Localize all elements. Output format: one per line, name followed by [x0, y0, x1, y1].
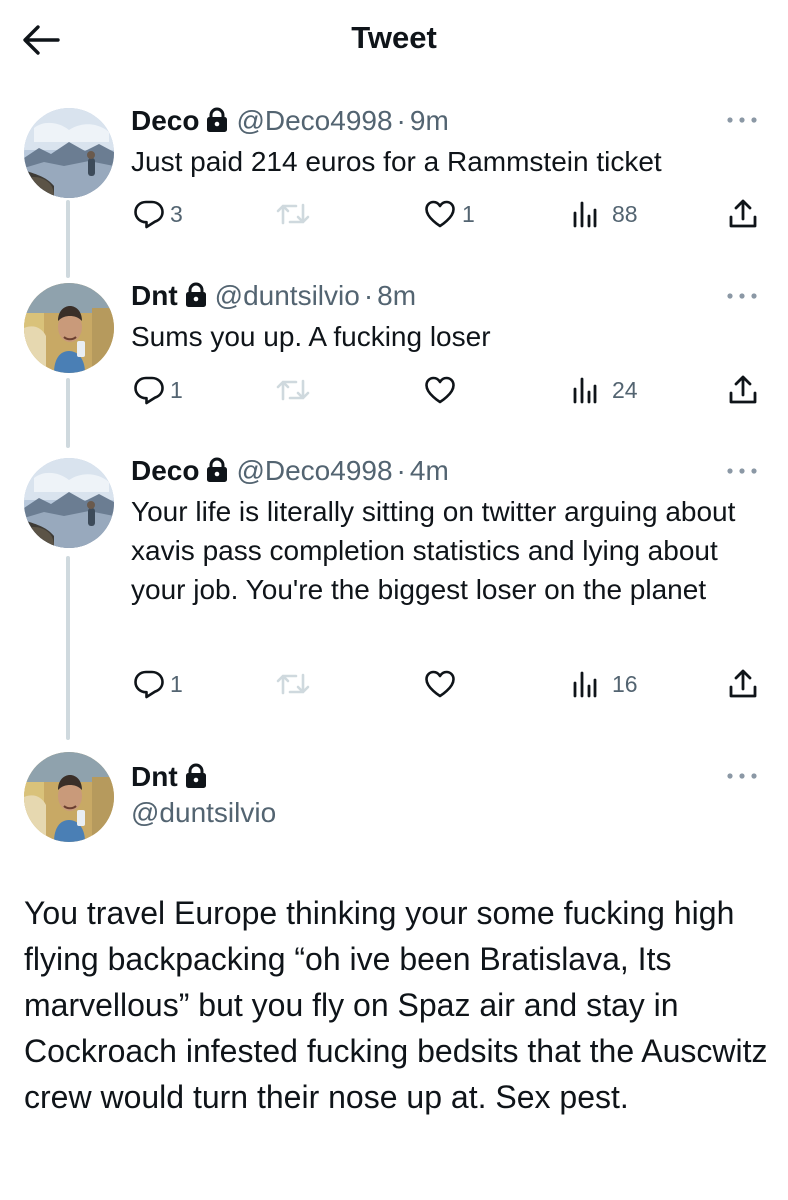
retweet-icon	[276, 199, 310, 229]
tweet-actions: 1 16	[0, 664, 788, 704]
views-button[interactable]: 24	[572, 370, 638, 410]
reply-button[interactable]: 1	[134, 664, 183, 704]
tweet-text: Sums you up. A fucking loser	[131, 321, 491, 352]
reply-icon	[134, 375, 164, 405]
tweet-header: Deco @Deco4998 · 9m	[131, 104, 449, 138]
reply-button[interactable]: 1	[134, 370, 183, 410]
retweet-button[interactable]	[276, 664, 310, 704]
avatar[interactable]	[24, 108, 114, 198]
reply-count: 3	[170, 200, 183, 227]
separator: ·	[363, 280, 374, 311]
more-options-icon[interactable]	[722, 461, 762, 481]
retweet-button[interactable]	[276, 370, 310, 410]
views-count: 16	[612, 670, 638, 697]
tweet-header: Dnt @duntsilvio · 8m	[131, 279, 416, 313]
retweet-button[interactable]	[276, 194, 310, 234]
tweet-header: Deco @Deco4998 · 4m	[131, 454, 449, 488]
like-button[interactable]	[424, 664, 456, 704]
lock-icon	[185, 763, 207, 789]
views-icon	[572, 199, 598, 229]
tweet-actions: 3 1 88	[0, 194, 788, 234]
more-options-icon[interactable]	[722, 766, 762, 786]
lock-icon	[206, 107, 228, 133]
like-count: 1	[462, 200, 475, 227]
more-options-icon[interactable]	[722, 286, 762, 306]
top-bar: Tweet	[0, 0, 788, 80]
display-name[interactable]: Deco	[131, 455, 199, 486]
reply-count: 1	[170, 376, 183, 403]
lock-icon	[185, 282, 207, 308]
share-button[interactable]	[728, 370, 758, 410]
reply-icon	[134, 669, 164, 699]
views-icon	[572, 669, 598, 699]
views-count: 88	[612, 200, 638, 227]
separator: ·	[396, 105, 406, 136]
share-button[interactable]	[728, 664, 758, 704]
reply-icon	[134, 199, 164, 229]
views-icon	[572, 375, 598, 405]
username[interactable]: @Deco4998	[236, 105, 392, 136]
tweet-text: You travel Europe thinking your some fuc…	[24, 895, 768, 1115]
display-name[interactable]: Dnt	[131, 280, 178, 311]
timestamp[interactable]: 9m	[410, 105, 449, 136]
share-icon	[728, 668, 758, 700]
heart-icon	[424, 199, 456, 229]
share-icon	[728, 198, 758, 230]
tweet-header: Dnt	[131, 760, 215, 794]
heart-icon	[424, 669, 456, 699]
tweet-actions: 1 24	[0, 370, 788, 410]
username[interactable]: @Deco4998	[236, 455, 392, 486]
more-options-icon[interactable]	[722, 110, 762, 130]
reply-button[interactable]: 3	[134, 194, 183, 234]
separator: ·	[396, 455, 406, 486]
username[interactable]: @duntsilvio	[215, 280, 360, 311]
like-button[interactable]	[424, 370, 456, 410]
reply-count: 1	[170, 670, 183, 697]
heart-icon	[424, 375, 456, 405]
avatar[interactable]	[24, 752, 114, 842]
timestamp[interactable]: 4m	[410, 455, 449, 486]
retweet-icon	[276, 375, 310, 405]
page-title: Tweet	[351, 20, 437, 55]
share-icon	[728, 374, 758, 406]
thread-connector	[66, 556, 70, 740]
tweet-text: Your life is literally sitting on twitte…	[131, 496, 736, 605]
share-button[interactable]	[728, 194, 758, 234]
display-name[interactable]: Dnt	[131, 761, 178, 792]
like-button[interactable]: 1	[424, 194, 475, 234]
timestamp[interactable]: 8m	[377, 280, 416, 311]
username[interactable]: @duntsilvio	[131, 797, 276, 829]
lock-icon	[206, 457, 228, 483]
display-name[interactable]: Deco	[131, 105, 199, 136]
views-button[interactable]: 88	[572, 194, 638, 234]
views-count: 24	[612, 376, 638, 403]
views-button[interactable]: 16	[572, 664, 638, 704]
avatar[interactable]	[24, 283, 114, 373]
avatar[interactable]	[24, 458, 114, 548]
tweet-text: Just paid 214 euros for a Rammstein tick…	[131, 146, 662, 177]
retweet-icon	[276, 669, 310, 699]
